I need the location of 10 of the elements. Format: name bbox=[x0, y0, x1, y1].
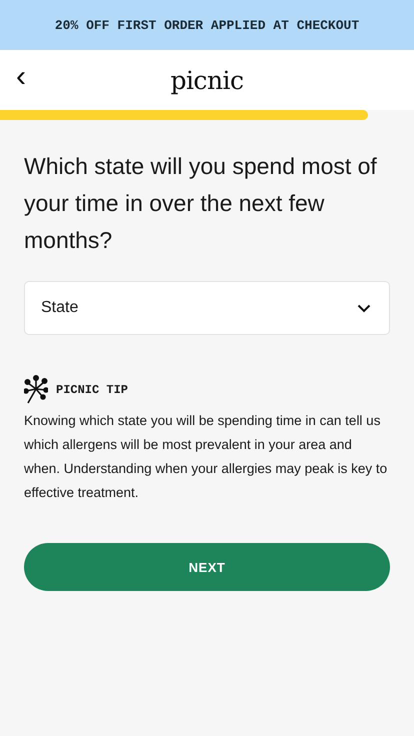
question-text: Which state will you spend most of your time in over the next few months? bbox=[24, 152, 378, 255]
tip-title: PICNIC TIP bbox=[56, 383, 128, 397]
promo-text: 20% OFF FIRST ORDER APPLIED AT CHECKOUT bbox=[54, 18, 360, 32]
state-select[interactable]: State bbox=[24, 281, 390, 335]
logo: picnic bbox=[170, 66, 244, 94]
tip-text: Knowing which state you will be spending time in can tell us which allergens will be most prevalent in your area and when. Understanding when your allergies may peak is key to effective treatment. bbox=[24, 412, 388, 502]
flower-icon bbox=[24, 375, 48, 405]
next-button[interactable]: NEXT bbox=[24, 543, 390, 591]
back-button[interactable]: ‹ bbox=[12, 62, 30, 92]
chevron-down-icon bbox=[357, 304, 371, 312]
